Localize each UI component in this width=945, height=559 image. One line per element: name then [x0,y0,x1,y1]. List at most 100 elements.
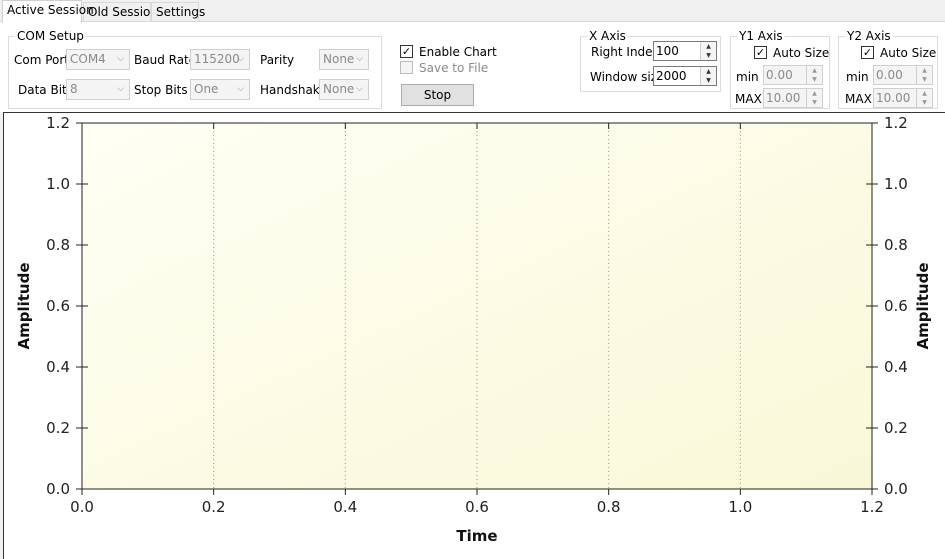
y2-tick-label-1: 0.2 [884,419,908,437]
spin-down-icon: ▼ [922,76,927,83]
y1-min-value: 0.00 [766,68,793,82]
window-size-input[interactable]: 2000 ▲ ▼ [653,66,717,86]
spin-up-icon: ▲ [812,67,817,74]
window-size-value: 2000 [656,69,687,83]
y1-tick-label-2: 0.4 [46,358,70,376]
y2-max-value: 10.00 [876,91,911,105]
y2-tick-label-6: 1.2 [884,114,908,132]
chevron-down-icon: ⌵ [237,54,244,64]
y1-axis-title: Y1 Axis [737,29,785,43]
parity-value: None [323,52,355,66]
y2-min-label: min [846,70,869,84]
spin-up-icon: ▲ [922,90,927,97]
chevron-down-icon: ⌵ [356,54,363,64]
baud-rate-select[interactable]: 115200 ⌵ [190,49,250,70]
com-setup-title: COM Setup [15,29,86,43]
y2-auto-size-label: Auto Size [880,46,937,60]
spin-down-icon: ▼ [706,77,711,84]
y1-min-label: min [736,70,759,84]
com-port-label: Com Port [14,53,70,67]
y2-axis-title: Amplitude [914,262,932,349]
y1-axis-title: Amplitude [15,262,33,349]
y1-tick-label-5: 1.0 [46,175,70,193]
spin-up-icon: ▲ [812,90,817,97]
chevron-down-icon: ⌵ [356,84,363,94]
y1-max-spinner[interactable]: ▲ ▼ [806,89,822,107]
x-tick-label-2: 0.4 [333,498,357,516]
y2-tick-label-4: 0.8 [884,236,908,254]
y2-max-label: MAX [845,92,872,106]
data-bits-label: Data Bits [18,83,73,97]
data-bits-value: 8 [70,82,78,96]
spin-down-icon: ▼ [812,76,817,83]
handshake-label: Handshake [260,83,327,97]
chart-area[interactable]: 0.0 0.2 0.4 0.6 0.8 1.0 1.2 0.0 0.0 0.2 0.2 0.4 0.4 0… [3,112,945,559]
y2-min-spinner[interactable]: ▲ ▼ [916,66,932,84]
y1-max-label: MAX [735,92,762,106]
y1-min-spinner[interactable]: ▲ ▼ [806,66,822,84]
com-port-value: COM4 [70,52,106,66]
window-size-spinner[interactable]: ▲ ▼ [700,67,716,85]
x-tick-label-4: 0.8 [597,498,621,516]
baud-rate-label: Baud Rate [134,53,197,67]
y2-max-spinner[interactable]: ▲ ▼ [916,89,932,107]
checkmark-icon: ✓ [401,45,412,58]
chevron-down-icon: ⌵ [237,84,244,94]
enable-chart-checkbox[interactable]: ✓ [400,45,413,58]
data-bits-select[interactable]: 8 ⌵ [66,79,130,100]
x-axis-title: X Axis [587,29,628,43]
right-indent-input[interactable]: 100 ▲ ▼ [653,41,717,61]
y1-tick-label-4: 0.8 [46,236,70,254]
right-indent-spinner[interactable]: ▲ ▼ [700,42,716,60]
stop-button[interactable]: Stop [401,84,474,106]
y1-min-input[interactable]: 0.00 ▲ ▼ [763,65,823,85]
y2-tick-label-2: 0.4 [884,358,908,376]
y2-max-input[interactable]: 10.00 ▲ ▼ [873,88,933,108]
tab-settings[interactable]: Settings [151,2,205,22]
chevron-down-icon: ⌵ [117,54,124,64]
enable-chart-label: Enable Chart [419,45,497,59]
spin-down-icon: ▼ [812,99,817,106]
y2-min-input[interactable]: 0.00 ▲ ▼ [873,65,933,85]
y1-tick-label-6: 1.2 [46,114,70,132]
handshake-select[interactable]: None ⌵ [319,79,369,100]
x-axis-title: Time [456,527,497,545]
chevron-down-icon: ⌵ [117,84,124,94]
y2-auto-size-checkbox[interactable]: ✓ [861,46,874,59]
spin-up-icon: ▲ [922,67,927,74]
handshake-value: None [323,82,355,96]
amplitude-chart: 0.0 0.2 0.4 0.6 0.8 1.0 1.20.0 0.00.2 0.20.4 0.40… [15,114,932,545]
y1-auto-size-checkbox[interactable]: ✓ [754,46,767,59]
save-to-file-label: Save to File [419,61,489,75]
spin-down-icon: ▼ [706,52,711,59]
x-tick-label-6: 1.2 [860,498,884,516]
save-to-file-checkbox[interactable] [400,61,413,74]
tab-strip: Active Session Old Session Settings [0,0,945,23]
y2-tick-label-0: 0.0 [884,480,908,498]
y1-tick-label-0: 0.0 [46,480,70,498]
stop-bits-select[interactable]: One ⌵ [190,79,250,100]
checkmark-icon: ✓ [862,46,873,59]
stop-bits-value: One [194,82,219,96]
y1-auto-size-label: Auto Size [773,46,830,60]
right-indent-value: 100 [656,44,679,58]
parity-label: Parity [260,53,295,67]
y2-min-value: 0.00 [876,68,903,82]
checkmark-icon: ✓ [755,46,766,59]
y1-max-value: 10.00 [766,91,801,105]
y2-axis-title: Y2 Axis [845,29,893,43]
parity-select[interactable]: None ⌵ [319,49,369,70]
x-tick-label-1: 0.2 [202,498,226,516]
com-port-select[interactable]: COM4 ⌵ [66,49,130,70]
y2-tick-label-3: 0.6 [884,297,908,315]
x-tick-label-0: 0.0 [70,498,94,516]
y1-tick-label-3: 0.6 [46,297,70,315]
tab-active-session[interactable]: Active Session [2,0,94,23]
y1-max-input[interactable]: 10.00 ▲ ▼ [763,88,823,108]
plot-background [82,123,872,489]
x-tick-label-5: 1.0 [728,498,752,516]
spin-down-icon: ▼ [922,99,927,106]
y1-tick-label-1: 0.2 [46,419,70,437]
settings-panel: COM Setup Com Port COM4 ⌵ Baud Rate 1152… [0,22,945,112]
stop-bits-label: Stop Bits [134,83,188,97]
